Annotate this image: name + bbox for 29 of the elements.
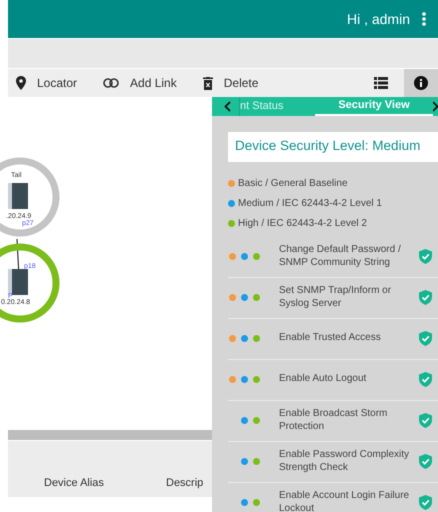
greeting-text: Hi , admin [346, 10, 410, 28]
column-header[interactable]: Descrip [166, 474, 204, 491]
chevron-right-icon[interactable] [433, 100, 438, 112]
more-menu-icon[interactable] [422, 12, 426, 26]
legend-label: High / IEC 62443-4-2 Level 2 [238, 216, 367, 230]
map-pin-icon [16, 76, 26, 90]
link-button[interactable]: Add Link [101, 72, 179, 94]
legend-label: Basic / General Baseline [238, 176, 348, 190]
security-item-label: Enable Account Login Failure Lockout [279, 490, 410, 512]
security-item-label: Enable Broadcast Storm Protection [279, 408, 388, 433]
switch-device-icon[interactable] [8, 183, 28, 209]
switch-device-icon[interactable] [8, 269, 28, 295]
list-icon[interactable] [374, 77, 388, 89]
column-header[interactable]: Device Alias [44, 474, 166, 491]
locator-button[interactable]: Locator [14, 72, 80, 94]
legend-label: Medium / IEC 62443-4-2 Level 1 [238, 196, 382, 210]
security-item-label: Enable Trusted Access [279, 332, 382, 345]
security-item-label: Set SNMP Trap/Inform or Syslog Server [279, 285, 392, 310]
trash-icon [202, 76, 213, 90]
delete-button[interactable]: Delete [200, 72, 260, 94]
security-item-label: Enable Password Complexity Strength Check [279, 449, 410, 474]
info-icon [414, 76, 428, 90]
security-item-label: Change Default Password / SNMP Community String [279, 244, 402, 269]
security-item-label: Enable Auto Logout [279, 373, 368, 386]
chevron-left-icon[interactable] [224, 100, 231, 112]
link-icon [103, 78, 120, 88]
info-button[interactable] [404, 69, 438, 97]
scrollbar[interactable] [8, 430, 212, 440]
security-level-title: Device Security Level: Medium [228, 132, 438, 162]
